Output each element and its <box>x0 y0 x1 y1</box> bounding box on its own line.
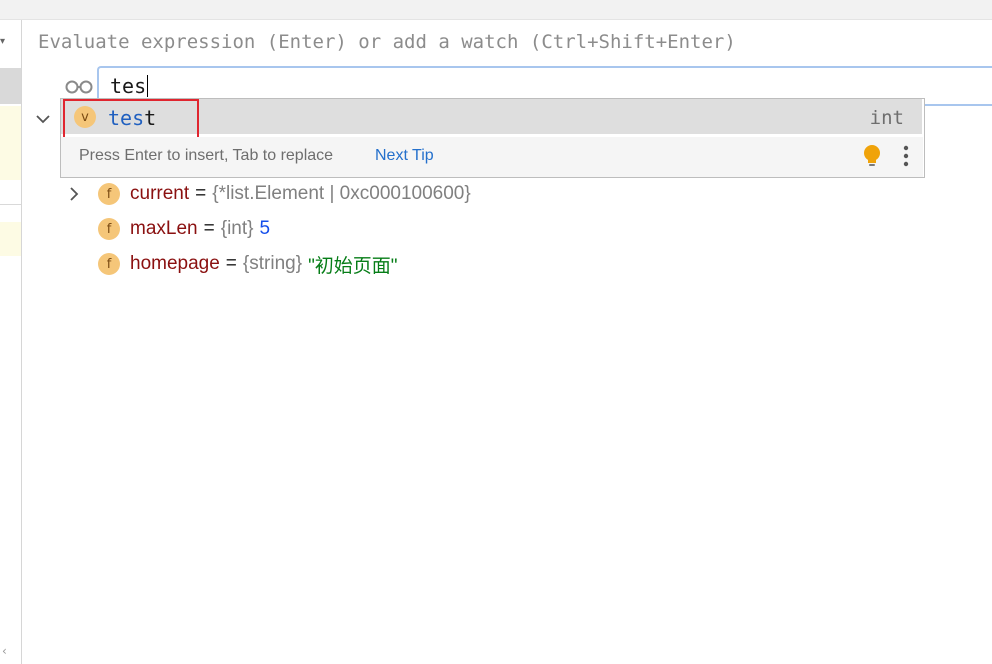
dropdown-arrow-icon[interactable]: ▾ <box>0 36 5 47</box>
tree-row-maxlen[interactable]: f maxLen = {int} 5 <box>64 214 270 244</box>
selected-frame-row[interactable] <box>0 68 21 104</box>
variable-type: {*list.Element | 0xc000100600} <box>212 183 471 204</box>
glasses-icon <box>65 80 93 94</box>
chevron-left-icon[interactable]: ‹ <box>2 644 7 658</box>
equals-sign: = <box>225 253 237 274</box>
field-badge-icon: f <box>98 218 120 240</box>
tree-row-homepage[interactable]: f homepage = {string} "初始页面" <box>64 249 398 279</box>
variable-type: {int} <box>220 218 254 239</box>
variable-type: {string} <box>242 253 303 274</box>
variable-name: current <box>130 183 190 204</box>
frame-row-highlight <box>0 222 21 256</box>
next-tip-link[interactable]: Next Tip <box>375 147 434 165</box>
variable-value: "初始页面" <box>308 255 398 277</box>
chevron-down-icon[interactable] <box>34 110 52 128</box>
lightbulb-icon[interactable] <box>862 144 882 168</box>
more-vertical-icon[interactable] <box>901 144 911 168</box>
variable-value: 5 <box>259 218 271 239</box>
completion-item-type: int <box>869 107 904 129</box>
panel-divider <box>0 204 21 205</box>
chevron-right-icon[interactable] <box>64 184 84 204</box>
variable-name: maxLen <box>130 218 198 239</box>
frame-row-highlight <box>0 106 21 180</box>
completion-hint: Press Enter to insert, Tab to replace <box>79 147 334 164</box>
tree-row-current[interactable]: f current = {*list.Element | 0xc00010060… <box>64 179 471 209</box>
variable-name: homepage <box>130 253 220 274</box>
field-badge-icon: f <box>98 183 120 205</box>
field-badge-icon: f <box>98 253 120 275</box>
text-caret <box>147 75 149 97</box>
red-highlight-box <box>63 99 199 140</box>
equals-sign: = <box>195 183 207 204</box>
top-strip <box>0 0 992 20</box>
equals-sign: = <box>203 218 215 239</box>
evaluate-expression-placeholder[interactable]: Evaluate expression (Enter) or add a wat… <box>38 31 736 53</box>
watch-input-value[interactable]: tes <box>110 74 149 98</box>
